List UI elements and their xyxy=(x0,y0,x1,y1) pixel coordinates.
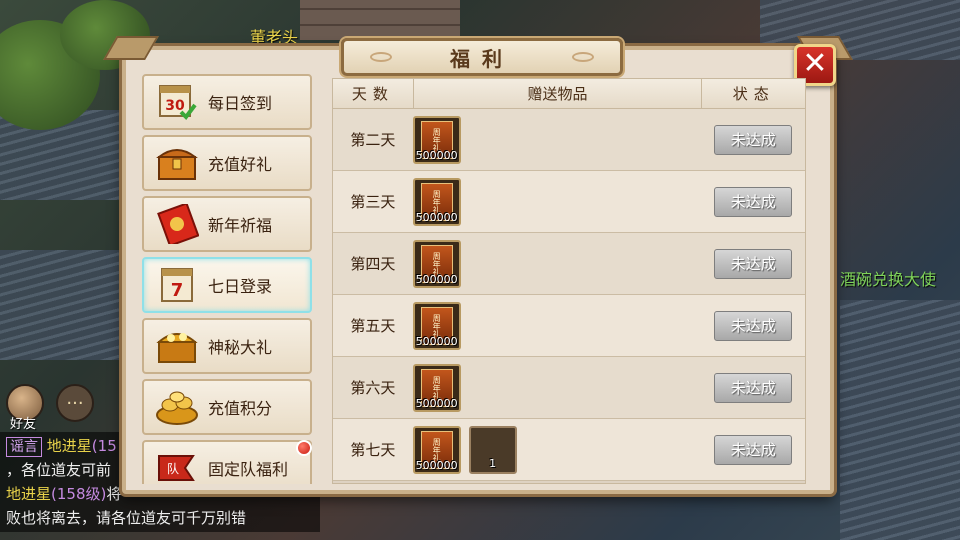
table-row: 第四天 周年礼 500000 未达成 xyxy=(333,233,805,295)
gift-items: 周年礼 500000 xyxy=(412,109,702,170)
day-label: 第七天 xyxy=(350,441,396,459)
chat-icons: 好友 ··· xyxy=(6,384,94,432)
item-quantity: 500000 xyxy=(415,210,458,224)
npc-name-label[interactable]: 酒碗兑换大使 xyxy=(840,266,936,290)
sidebar-item-label: 神秘大礼 xyxy=(208,338,273,357)
claim-status-button[interactable]: 未达成 xyxy=(714,310,793,341)
column-header-gifts: 赠送物品 xyxy=(412,79,702,108)
cloud-ornament-icon xyxy=(370,52,392,62)
gift-item-slot[interactable]: 周年礼 500000 xyxy=(412,177,461,226)
item-quantity: 1 xyxy=(489,456,497,470)
sidebar-item-daily-signin[interactable]: 30 每日签到 xyxy=(142,74,312,130)
table-row: 第六天 周年礼 500000 未达成 xyxy=(333,357,805,419)
sidebar-item-label: 新年祈福 xyxy=(208,216,273,235)
gift-item-slot[interactable]: 周年礼 500000 xyxy=(412,115,461,164)
sidebar-item-recharge-gift[interactable]: 充值好礼 xyxy=(142,135,312,191)
reward-table: 天数 赠送物品 状态 第二天 周年礼 500000 未达成 第三天 周年礼 500000 未达… xyxy=(332,78,806,484)
svg-text:队: 队 xyxy=(167,461,179,476)
gold-chest-icon xyxy=(152,324,202,368)
status-cell: 未达成 xyxy=(701,295,805,356)
item-quantity: 500000 xyxy=(415,148,458,162)
team-flag-icon: 队 xyxy=(152,446,202,484)
gold-coins-icon xyxy=(152,385,202,429)
notification-badge xyxy=(296,440,312,456)
claim-status-button[interactable]: 未达成 xyxy=(714,434,793,465)
table-row: 第七天 周年礼 500000 1 未达成 xyxy=(333,419,805,481)
item-quantity: 500000 xyxy=(415,334,458,348)
table-row: 第三天 周年礼 500000 未达成 xyxy=(333,171,805,233)
gift-items: 周年礼 500000 xyxy=(412,357,702,418)
day-label: 第二天 xyxy=(350,131,396,149)
claim-status-button[interactable]: 未达成 xyxy=(714,124,793,155)
sidebar-item-label: 充值积分 xyxy=(208,399,273,418)
claim-status-button[interactable]: 未达成 xyxy=(714,186,793,217)
gift-item-slot[interactable]: 周年礼 500000 xyxy=(412,363,461,412)
sidebar-item-new-year[interactable]: 新年祈福 xyxy=(142,196,312,252)
status-cell: 未达成 xyxy=(701,419,805,480)
friend-avatar-icon[interactable]: 好友 xyxy=(6,384,44,432)
chat-line: 败也将离去，请各位道友可千万别错 xyxy=(6,509,247,527)
sidebar-item-label: 每日签到 xyxy=(208,94,273,113)
table-header: 天数 赠送物品 状态 xyxy=(333,79,805,109)
sidebar-item-label: 七日登录 xyxy=(208,277,273,296)
sidebar-item-label: 固定队福利 xyxy=(208,460,289,479)
day-label: 第五天 xyxy=(350,317,396,335)
chat-player-name[interactable]: 地进星 xyxy=(47,437,92,455)
welfare-panel: 福利 ✕ 30 每日签到 充值好礼 新年祈福 7 七日登录 神秘大礼 充值积分 … xyxy=(103,36,853,494)
gift-item-slot[interactable]: 周年礼 500000 xyxy=(412,301,461,350)
sidebar: 30 每日签到 充值好礼 新年祈福 7 七日登录 神秘大礼 充值积分 队 固定队… xyxy=(142,74,314,484)
table-row: 第二天 周年礼 500000 未达成 xyxy=(333,109,805,171)
chat-player-level: (15 xyxy=(91,437,117,455)
calendar-30-icon: 30 xyxy=(152,80,202,124)
gift-item-slot[interactable]: 1 xyxy=(468,425,517,474)
status-cell: 未达成 xyxy=(701,357,805,418)
roof-decoration xyxy=(0,250,130,360)
table-body: 第二天 周年礼 500000 未达成 第三天 周年礼 500000 未达成 第四天 周年礼 5000… xyxy=(333,109,805,481)
status-cell: 未达成 xyxy=(701,233,805,294)
roof-decoration xyxy=(840,300,960,540)
close-icon: ✕ xyxy=(802,46,828,81)
panel-title-bar: 福利 xyxy=(341,38,623,76)
sidebar-item-team-welfare[interactable]: 队 固定队福利 xyxy=(142,440,312,484)
day-label: 第四天 xyxy=(350,255,396,273)
chat-channel-tag: 谣言 xyxy=(6,437,42,457)
wall-decoration xyxy=(300,0,460,40)
table-row: 第五天 周年礼 500000 未达成 xyxy=(333,295,805,357)
gift-items: 周年礼 500000 xyxy=(412,171,702,232)
calendar-7-icon: 7 xyxy=(152,263,202,307)
item-quantity: 500000 xyxy=(415,458,458,472)
day-label: 第六天 xyxy=(350,379,396,397)
npc-name-label[interactable]: 董老头 xyxy=(250,24,298,48)
item-quantity: 500000 xyxy=(415,272,458,286)
chat-bubble-icon[interactable]: ··· xyxy=(56,384,94,422)
gift-items: 周年礼 500000 xyxy=(412,295,702,356)
gift-item-slot[interactable]: 周年礼 500000 xyxy=(412,239,461,288)
status-cell: 未达成 xyxy=(701,109,805,170)
treasure-chest-icon xyxy=(152,141,202,185)
friend-label: 好友 xyxy=(10,417,37,432)
status-cell: 未达成 xyxy=(701,171,805,232)
chat-player-name[interactable]: 地进星 xyxy=(6,485,51,503)
sidebar-item-seven-day-login[interactable]: 7 七日登录 xyxy=(142,257,312,313)
cloud-ornament-icon xyxy=(572,52,594,62)
claim-status-button[interactable]: 未达成 xyxy=(714,248,793,279)
column-header-days: 天数 xyxy=(351,85,394,103)
claim-status-button[interactable]: 未达成 xyxy=(714,372,793,403)
gift-items: 周年礼 500000 xyxy=(412,233,702,294)
sidebar-item-label: 充值好礼 xyxy=(208,155,273,174)
sidebar-item-recharge-points[interactable]: 充值积分 xyxy=(142,379,312,435)
day-label: 第三天 xyxy=(350,193,396,211)
chat-text: 将 xyxy=(106,485,122,503)
gift-item-slot[interactable]: 周年礼 500000 xyxy=(412,425,461,474)
page-title: 福利 xyxy=(450,46,514,71)
svg-text:7: 7 xyxy=(171,280,184,301)
gift-items: 周年礼 500000 1 xyxy=(412,419,702,480)
column-header-status: 状态 xyxy=(701,79,805,108)
item-quantity: 500000 xyxy=(415,396,458,410)
chat-player-level: (158级) xyxy=(51,485,107,503)
sidebar-item-mystery-gift[interactable]: 神秘大礼 xyxy=(142,318,312,374)
red-envelope-icon xyxy=(152,202,202,246)
